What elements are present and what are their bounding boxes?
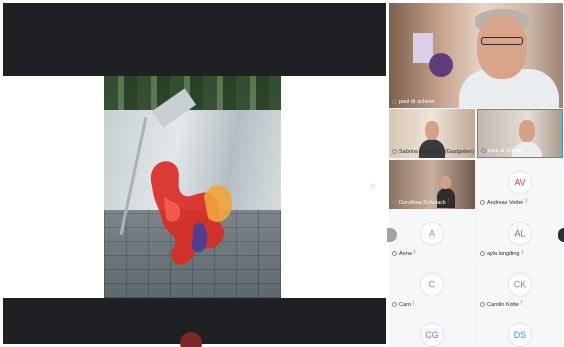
participant-avatar: C	[420, 272, 444, 297]
plant	[429, 53, 453, 77]
mic-icon	[392, 99, 397, 104]
participant-name: Carolin Kotte	[487, 301, 519, 308]
participant-name-row: Anna ǃ	[392, 249, 416, 258]
mic-icon	[392, 200, 397, 205]
participant-face	[425, 121, 439, 140]
participant-name-row: ayla langding ǃ	[480, 249, 523, 258]
participant-name: ayla langding	[487, 250, 520, 257]
participant-name: Andreas Vetter	[487, 199, 524, 206]
participant-name-row: Carolin Kotte ǃ	[480, 300, 522, 309]
participant-tile-andreas[interactable]: AV Andreas Vetter ǃ	[477, 160, 563, 209]
mic-icon	[392, 302, 397, 307]
participant-tile-carolin[interactable]: CK Carolin Kotte ǃ	[477, 262, 563, 311]
next-slide-chevron-icon[interactable]: ›	[370, 177, 375, 193]
mic-icon	[392, 251, 397, 256]
participant-avatar: AV	[508, 170, 532, 195]
mic-muted-icon: ǃ	[525, 199, 528, 205]
participant-name: Sabrina Angana...	[399, 148, 443, 155]
mic-icon	[392, 149, 397, 154]
main-speaker-video[interactable]: paul dr schwer	[389, 3, 563, 108]
mic-icon	[480, 251, 485, 256]
shared-screen: ›	[3, 3, 386, 344]
mic-muted-icon: ǃ	[520, 301, 523, 307]
participant-name-row: paul dr schwer	[481, 146, 524, 155]
participant-name: Dorothea Schatack	[399, 199, 446, 206]
participant-tile-paul[interactable]: paul dr schwer	[477, 109, 563, 158]
participant-tile-ds[interactable]: DS	[477, 313, 563, 347]
participant-name: paul dr schwer	[399, 98, 435, 105]
participant-tile-caro[interactable]: C Caro ǃ	[389, 262, 475, 311]
participant-tile-cg[interactable]: CG	[389, 313, 475, 347]
participant-name: paul dr schwer	[488, 147, 524, 154]
sculpture-photo	[104, 76, 281, 298]
mic-muted-icon: ǃ	[412, 301, 415, 307]
host-tag: (Gastgeber)	[444, 148, 475, 155]
mic-icon	[480, 200, 485, 205]
mic-muted-icon: ǃ	[413, 250, 416, 256]
speaker-face	[477, 15, 527, 79]
participant-name: Anna	[399, 250, 412, 257]
shared-slide	[3, 76, 386, 298]
participant-avatar: CG	[420, 322, 444, 347]
participant-avatar: AL	[508, 221, 532, 246]
participant-avatar: DS	[508, 322, 532, 347]
mic-muted-icon: ǃ	[447, 199, 450, 205]
participant-name-row: Andreas Vetter ǃ	[480, 198, 527, 207]
participants-panel: paul dr schwer Sabrina Angana... (Gastge…	[389, 3, 563, 347]
participant-tile-ayla[interactable]: AL ayla langding ǃ	[477, 211, 563, 260]
participant-name: Caro	[399, 301, 411, 308]
participant-name-row: Sabrina Angana... (Gastgeber)	[392, 147, 474, 156]
next-page-handle[interactable]	[558, 228, 564, 242]
mic-icon	[481, 148, 486, 153]
participant-tile-sabrina[interactable]: Sabrina Angana... (Gastgeber)	[389, 109, 475, 158]
speaker-glasses	[481, 37, 523, 45]
participant-avatar: A	[420, 221, 444, 246]
red-sculpture	[150, 161, 233, 265]
participant-face	[440, 176, 451, 189]
end-call-button[interactable]	[180, 332, 202, 347]
mic-icon	[480, 302, 485, 307]
participant-name-row: Dorothea Schatack ǃ	[392, 198, 449, 207]
participant-name-row: Caro ǃ	[392, 300, 415, 309]
participant-face	[519, 120, 535, 142]
participant-avatar: CK	[508, 272, 532, 297]
participant-tile-anna[interactable]: A Anna ǃ	[389, 211, 475, 260]
mic-muted-icon: ǃ	[521, 250, 524, 256]
participant-tile-dorothea[interactable]: Dorothea Schatack ǃ	[389, 160, 475, 209]
participant-name-row: paul dr schwer	[392, 97, 435, 106]
